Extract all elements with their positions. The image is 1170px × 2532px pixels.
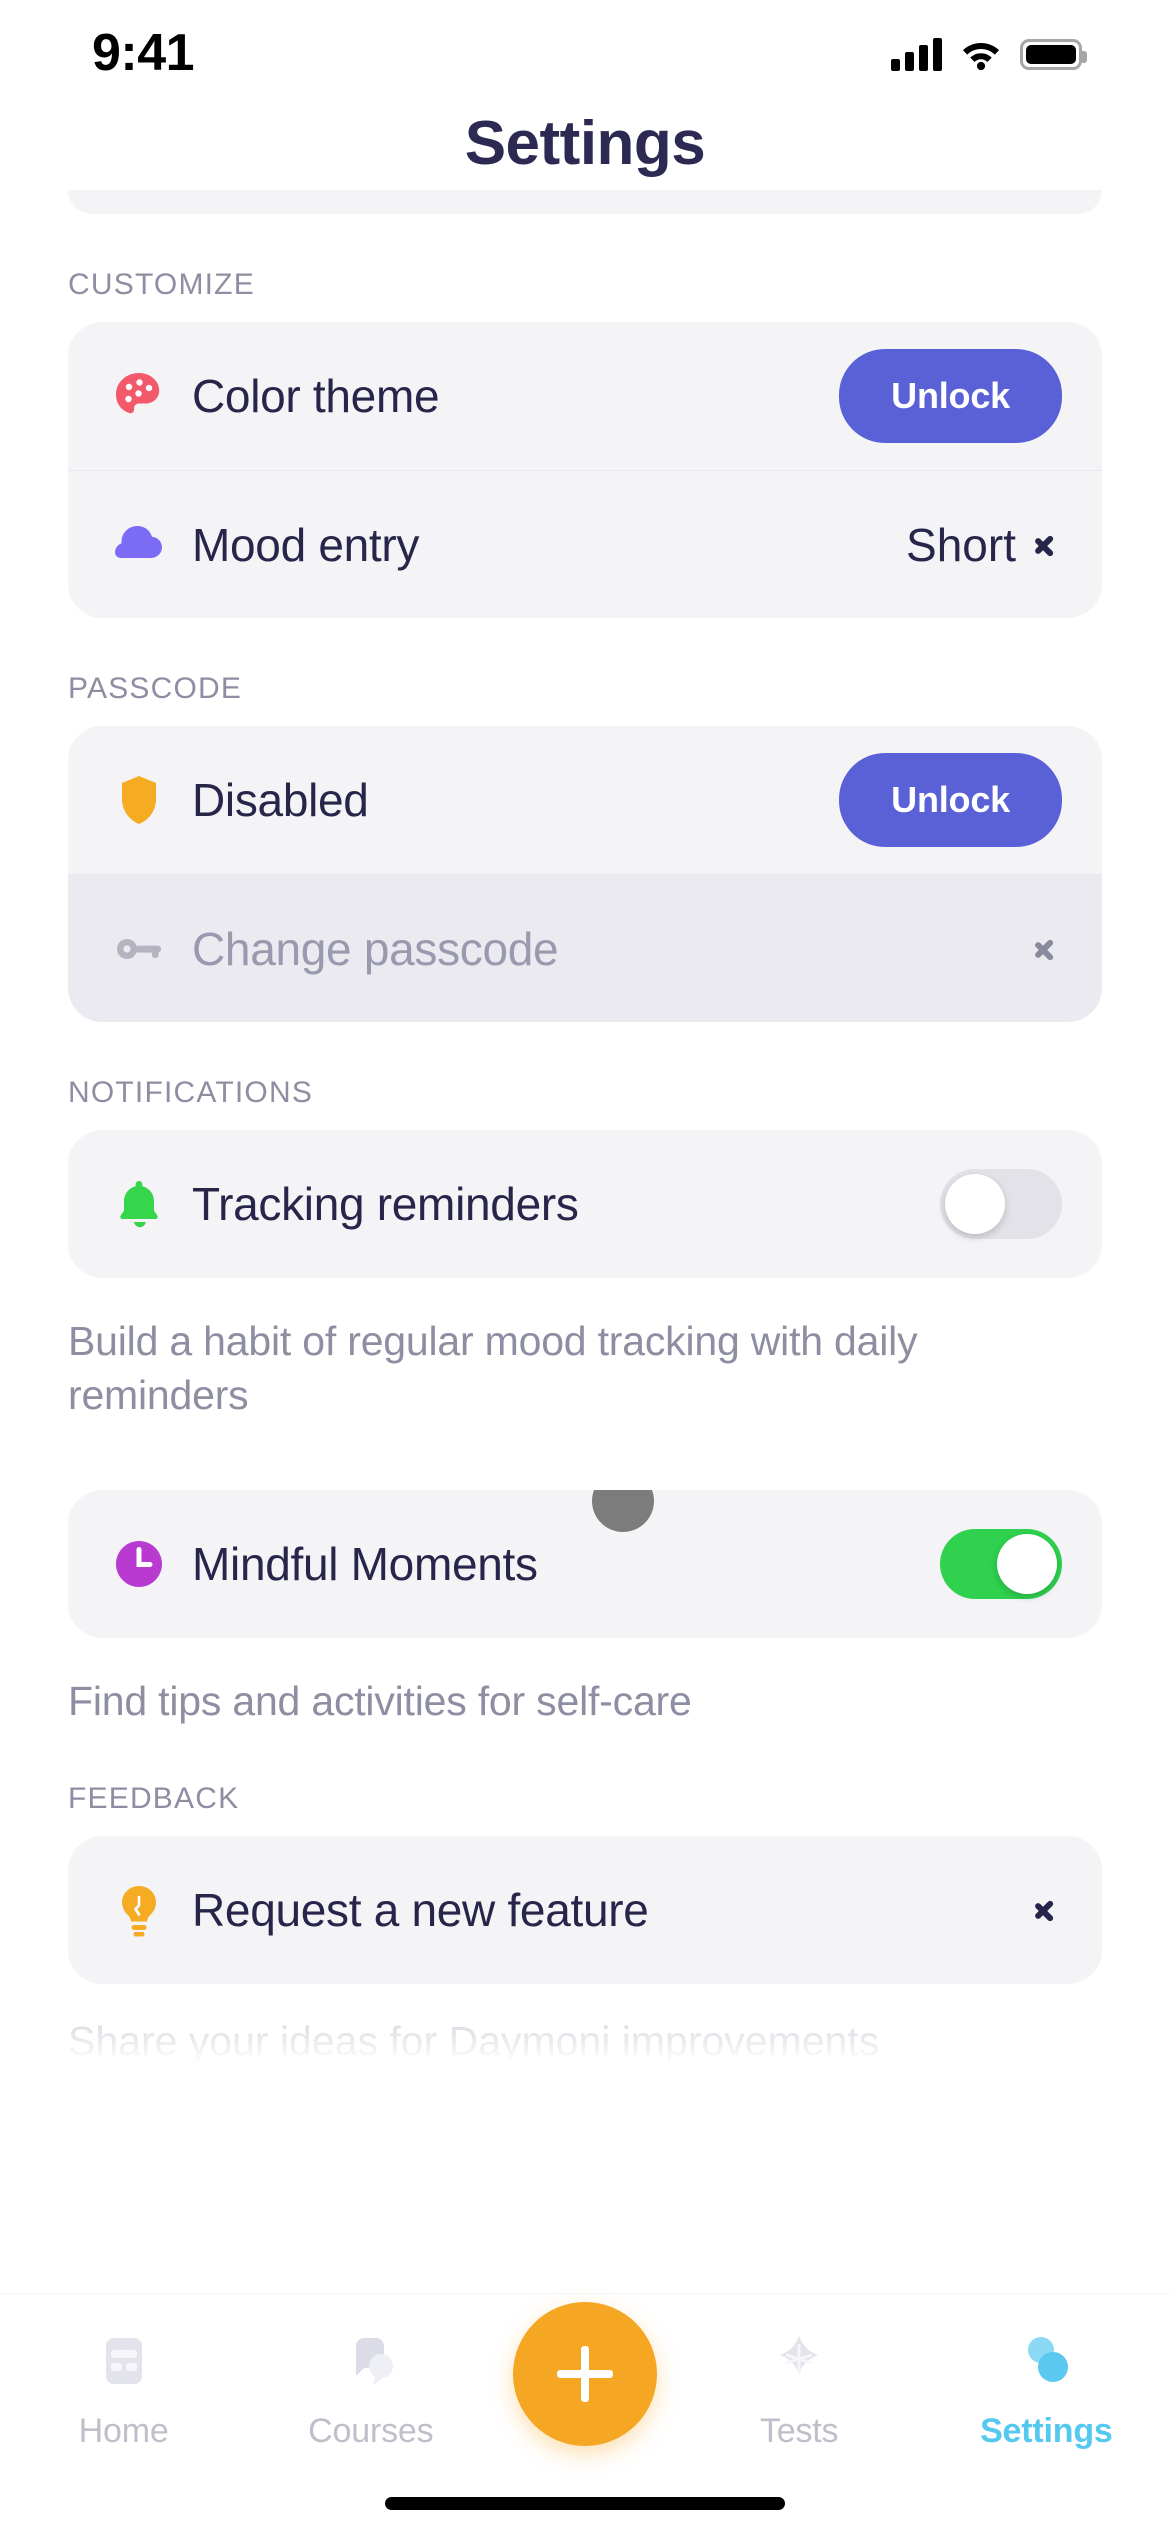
row-label-request-feature: Request a new feature bbox=[192, 1884, 649, 1937]
key-icon bbox=[117, 938, 161, 959]
helper-text-mindful-moments: Find tips and activities for self-care bbox=[68, 1678, 692, 1725]
previous-card-peek bbox=[68, 190, 1102, 214]
home-icon bbox=[105, 2338, 142, 2384]
row-request-feature[interactable]: Request a new feature bbox=[68, 1836, 1102, 1984]
row-label-tracking-reminders: Tracking reminders bbox=[192, 1178, 579, 1230]
status-bar: 9:41 bbox=[0, 0, 1170, 100]
tab-label-home: Home bbox=[78, 2412, 169, 2450]
row-color-theme[interactable]: Color theme Unlock bbox=[68, 322, 1102, 470]
helper-text-feedback-cut: Share your ideas for Daymoni improvement… bbox=[68, 2018, 880, 2065]
unlock-button-passcode[interactable]: Unlock bbox=[839, 753, 1062, 847]
tab-home[interactable]: Home bbox=[19, 2324, 229, 2451]
chevron-right-icon bbox=[1034, 930, 1056, 968]
cellular-signal-icon bbox=[891, 37, 942, 71]
section-card-feedback: Request a new feature bbox=[68, 1836, 1102, 1985]
settings-icon bbox=[1028, 2337, 1069, 2382]
chevron-right-icon bbox=[1034, 526, 1056, 564]
status-bar-time: 9:41 bbox=[92, 24, 195, 82]
row-tracking-reminders[interactable]: Tracking reminders bbox=[68, 1130, 1102, 1278]
clock-icon bbox=[116, 1541, 162, 1588]
row-change-passcode[interactable]: Change passcode bbox=[68, 874, 1102, 1022]
tab-settings[interactable]: Settings bbox=[941, 2324, 1151, 2451]
section-label-passcode: PASSCODE bbox=[68, 672, 243, 705]
tab-courses[interactable]: Courses bbox=[266, 2324, 476, 2451]
plus-icon bbox=[556, 2346, 613, 2402]
row-label-mindful-moments: Mindful Moments bbox=[192, 1538, 538, 1591]
tests-icon bbox=[780, 2336, 819, 2374]
chevron-right-icon bbox=[1034, 1891, 1056, 1929]
toggle-mindful-moments[interactable] bbox=[940, 1529, 1062, 1600]
cloud-icon bbox=[115, 525, 162, 558]
bell-icon bbox=[120, 1181, 158, 1228]
row-label-change-passcode: Change passcode bbox=[192, 922, 559, 975]
tab-label-courses: Courses bbox=[308, 2412, 434, 2450]
section-card-mindful-moments: Mindful Moments bbox=[68, 1490, 1102, 1639]
courses-icon bbox=[355, 2338, 393, 2385]
unlock-button-color-theme[interactable]: Unlock bbox=[839, 349, 1062, 443]
section-label-notifications: NOTIFICATIONS bbox=[68, 1076, 314, 1109]
palette-icon bbox=[116, 373, 160, 414]
shield-icon bbox=[122, 776, 156, 824]
lightbulb-icon bbox=[122, 1886, 156, 1937]
helper-text-tracking-reminders: Build a habit of regular mood tracking w… bbox=[68, 1318, 918, 1419]
row-label-color-theme: Color theme bbox=[192, 370, 440, 422]
wifi-icon bbox=[963, 43, 999, 70]
row-label-mood-entry: Mood entry bbox=[192, 518, 420, 571]
tab-label-tests: Tests bbox=[759, 2412, 839, 2450]
settings-scroll-area[interactable]: CUSTOMIZE Color theme Unlock Mood entry … bbox=[0, 190, 1170, 2380]
status-bar-indicators bbox=[891, 37, 1087, 71]
tab-label-settings: Settings bbox=[980, 2412, 1113, 2450]
section-label-feedback: FEEDBACK bbox=[68, 1782, 240, 1816]
page-title: Settings bbox=[464, 109, 706, 178]
row-passcode-status[interactable]: Disabled Unlock bbox=[68, 726, 1102, 874]
section-card-tracking-reminders: Tracking reminders bbox=[68, 1130, 1102, 1278]
section-card-passcode: Disabled Unlock Change passcode bbox=[68, 726, 1102, 1022]
add-entry-fab[interactable] bbox=[512, 2302, 657, 2446]
home-indicator bbox=[385, 2497, 785, 2510]
section-card-customize: Color theme Unlock Mood entry Short bbox=[68, 322, 1102, 618]
touch-cursor-indicator bbox=[592, 1490, 654, 1533]
section-label-customize: CUSTOMIZE bbox=[68, 268, 255, 301]
row-value-mood-entry: Short bbox=[906, 518, 1016, 571]
toggle-tracking-reminders[interactable] bbox=[940, 1169, 1062, 1239]
row-label-passcode-status: Disabled bbox=[192, 774, 369, 826]
row-mindful-moments[interactable]: Mindful Moments bbox=[68, 1490, 1102, 1638]
row-mood-entry[interactable]: Mood entry Short bbox=[68, 470, 1102, 618]
tab-tests[interactable]: Tests bbox=[694, 2324, 904, 2451]
battery-full-icon bbox=[1020, 38, 1087, 70]
